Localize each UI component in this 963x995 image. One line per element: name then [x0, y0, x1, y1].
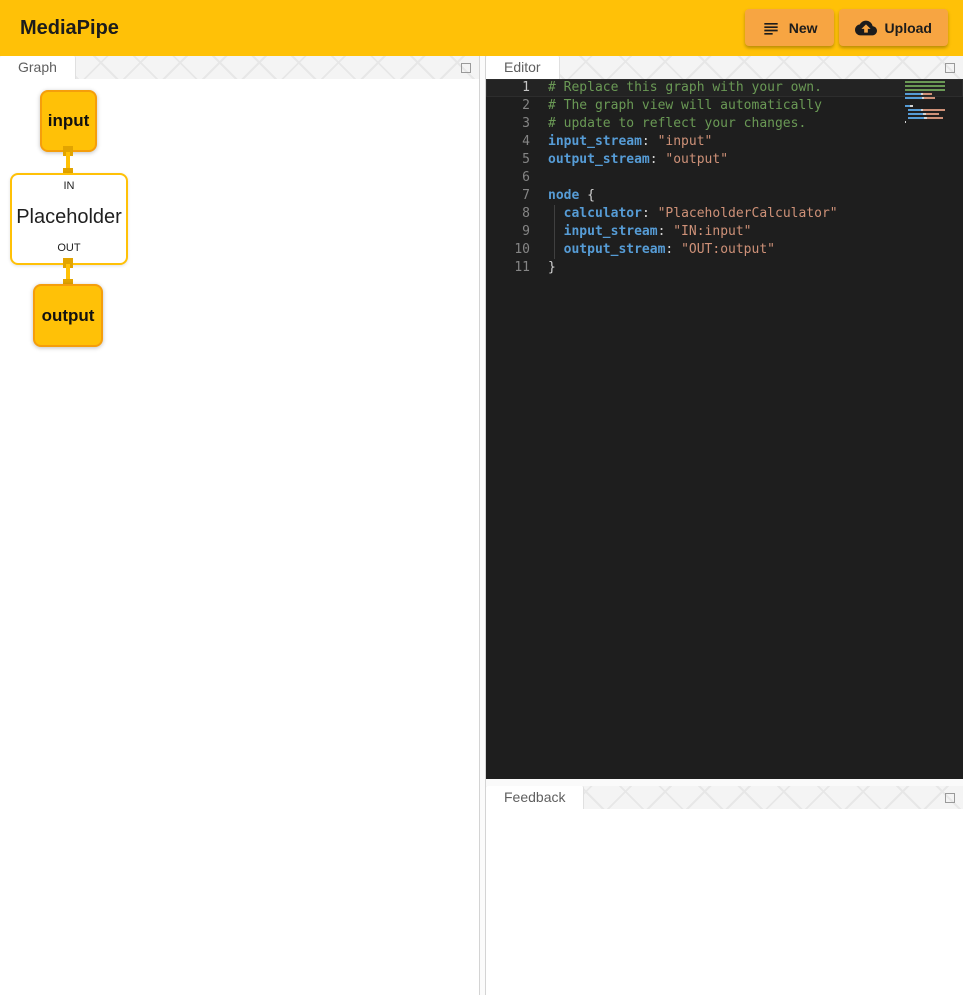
- indent-guide: [554, 241, 555, 259]
- line-number: 3: [486, 115, 530, 133]
- code-text: }: [530, 259, 963, 277]
- code-line: 5output_stream: "output": [486, 151, 963, 169]
- code-line: 10 output_stream: "OUT:output": [486, 241, 963, 259]
- code-line: 3# update to reflect your changes.: [486, 115, 963, 133]
- line-number: 10: [486, 241, 530, 259]
- feedback-panel: Feedback: [486, 786, 963, 995]
- code-line: 2# The graph view will automatically: [486, 97, 963, 115]
- code-editor[interactable]: 1# Replace this graph with your own.2# T…: [486, 79, 963, 779]
- editor-panel: Editor 1# Replace this graph with your o…: [486, 56, 963, 779]
- new-button[interactable]: New: [745, 9, 834, 46]
- line-number: 7: [486, 187, 530, 205]
- code-line: 9 input_stream: "IN:input": [486, 223, 963, 241]
- minimap-line: [905, 97, 945, 99]
- minimap-line: [905, 93, 945, 95]
- code-text: input_stream: "IN:input": [530, 223, 963, 241]
- line-number: 6: [486, 169, 530, 187]
- code-text: output_stream: "OUT:output": [530, 241, 963, 259]
- graph-panel: Graph input IN Placeholder OUT output: [0, 56, 479, 995]
- code-line: 8 calculator: "PlaceholderCalculator": [486, 205, 963, 223]
- minimap-line: [905, 89, 945, 91]
- feedback-tabstrip: Feedback: [486, 786, 963, 809]
- minimap-line: [905, 109, 945, 111]
- minimap[interactable]: [905, 81, 945, 125]
- code-line: 6: [486, 169, 963, 187]
- tab-feedback[interactable]: Feedback: [486, 786, 584, 809]
- code-line: 7node {: [486, 187, 963, 205]
- indent-guide: [554, 223, 555, 241]
- new-graph-icon: [761, 18, 781, 38]
- code-text: # Replace this graph with your own.: [530, 79, 963, 97]
- in-port-label: IN: [64, 180, 75, 192]
- minimap-line: [905, 81, 945, 83]
- line-number: 5: [486, 151, 530, 169]
- line-number: 2: [486, 97, 530, 115]
- maximize-icon[interactable]: [945, 793, 955, 803]
- header-actions: New Upload: [745, 9, 948, 46]
- graph-node-input[interactable]: input: [40, 90, 97, 152]
- graph-tabstrip: Graph: [0, 56, 479, 79]
- line-number: 11: [486, 259, 530, 277]
- minimap-line: [905, 105, 945, 107]
- upload-button[interactable]: Upload: [839, 9, 948, 46]
- editor-tabstrip: Editor: [486, 56, 963, 79]
- app-header: MediaPipe New Upload: [0, 0, 963, 56]
- horizontal-splitter[interactable]: [486, 779, 963, 786]
- minimap-line: [905, 117, 945, 119]
- calculator-name: Placeholder: [16, 206, 122, 229]
- code-text: # update to reflect your changes.: [530, 115, 963, 133]
- minimap-line: [905, 101, 945, 103]
- graph-canvas[interactable]: input IN Placeholder OUT output: [0, 79, 479, 995]
- app-title: MediaPipe: [20, 0, 119, 56]
- line-number: 8: [486, 205, 530, 223]
- out-port-label: OUT: [57, 242, 80, 254]
- output-node-label: output: [42, 306, 95, 326]
- tab-editor[interactable]: Editor: [486, 56, 560, 79]
- feedback-content: [486, 809, 963, 995]
- code-lines: 1# Replace this graph with your own.2# T…: [486, 79, 963, 277]
- code-text: [530, 169, 963, 187]
- code-text: # The graph view will automatically: [530, 97, 963, 115]
- input-node-label: input: [48, 111, 90, 131]
- maximize-icon[interactable]: [945, 63, 955, 73]
- line-number: 1: [486, 79, 530, 97]
- vertical-splitter[interactable]: [479, 56, 486, 995]
- code-text: output_stream: "output": [530, 151, 963, 169]
- graph-node-placeholder[interactable]: IN Placeholder OUT: [10, 173, 128, 265]
- code-line: 4input_stream: "input": [486, 133, 963, 151]
- line-number: 9: [486, 223, 530, 241]
- minimap-line: [905, 121, 945, 123]
- maximize-icon[interactable]: [461, 63, 471, 73]
- code-text: input_stream: "input": [530, 133, 963, 151]
- graph-node-output[interactable]: output: [33, 284, 103, 347]
- new-button-label: New: [789, 20, 818, 36]
- indent-guide: [554, 205, 555, 223]
- upload-button-label: Upload: [885, 20, 932, 36]
- minimap-line: [905, 113, 945, 115]
- tab-graph[interactable]: Graph: [0, 56, 76, 79]
- code-text: calculator: "PlaceholderCalculator": [530, 205, 963, 223]
- code-text: node {: [530, 187, 963, 205]
- minimap-line: [905, 85, 945, 87]
- line-number: 4: [486, 133, 530, 151]
- code-line: 11}: [486, 259, 963, 277]
- code-line: 1# Replace this graph with your own.: [486, 79, 963, 97]
- cloud-upload-icon: [855, 17, 877, 39]
